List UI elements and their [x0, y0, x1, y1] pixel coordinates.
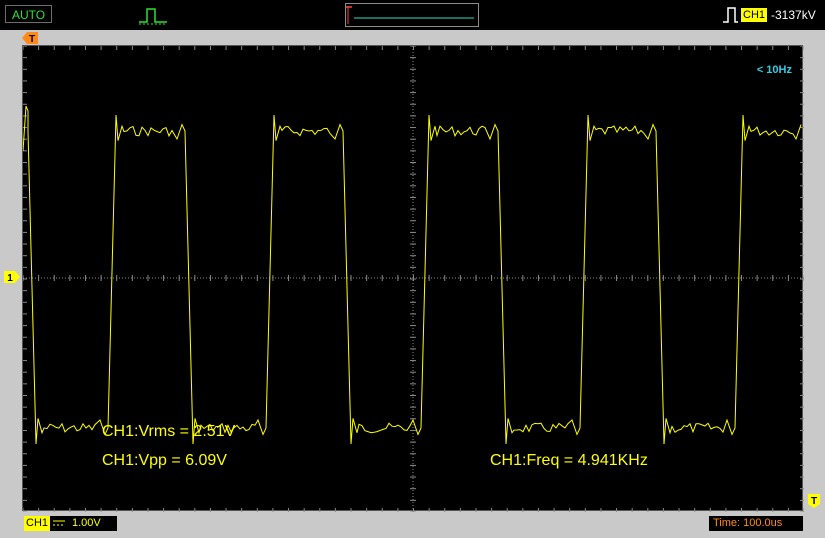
time-per-division: Time: 100.0us	[713, 517, 783, 529]
waveform-overview-icon[interactable]	[345, 3, 479, 27]
trigger-position-marker[interactable]: T	[22, 32, 38, 44]
measurement-vpp: CH1:Vpp = 6.09V	[102, 452, 227, 469]
pulse-trigger-icon[interactable]	[137, 4, 171, 26]
dc-coupling-icon	[53, 520, 65, 526]
ch1-waveform-trace	[23, 105, 802, 445]
measurement-frequency: CH1:Freq = 4.941KHz	[490, 452, 648, 469]
channel-1-offset-marker[interactable]: 1	[4, 271, 20, 283]
timebase-settings[interactable]: Time: 100.0us	[709, 516, 803, 531]
rising-edge-icon	[723, 7, 738, 23]
trigger-channel-badge: CH1	[741, 8, 768, 22]
trigger-info[interactable]: CH1 -3137kV	[720, 5, 823, 25]
trigger-level-value: -3137kV	[771, 8, 816, 22]
trigger-mode-badge[interactable]: AUTO	[5, 5, 52, 23]
svg-text:T: T	[811, 496, 817, 507]
measurement-vrms: CH1:Vrms = 2.51V	[102, 423, 236, 440]
waveform-graticule	[23, 46, 804, 512]
channel-1-badge: CH1	[24, 516, 51, 531]
bottom-status-bar: CH1 1.00V Time: 100.0us	[0, 512, 825, 538]
volts-per-division: 1.00V	[72, 517, 101, 529]
svg-text:1: 1	[7, 273, 13, 283]
svg-text:T: T	[29, 34, 35, 44]
oscilloscope-display[interactable]: < 10Hz CH1:Vrms = 2.51V CH1:Vpp = 6.09V …	[22, 45, 804, 512]
channel-1-settings[interactable]: CH1 1.00V	[24, 516, 117, 531]
top-status-bar: AUTO CH1 -3137kV	[0, 0, 825, 30]
frequency-range-indicator: < 10Hz	[756, 64, 792, 76]
trigger-level-marker[interactable]: T	[808, 494, 820, 508]
